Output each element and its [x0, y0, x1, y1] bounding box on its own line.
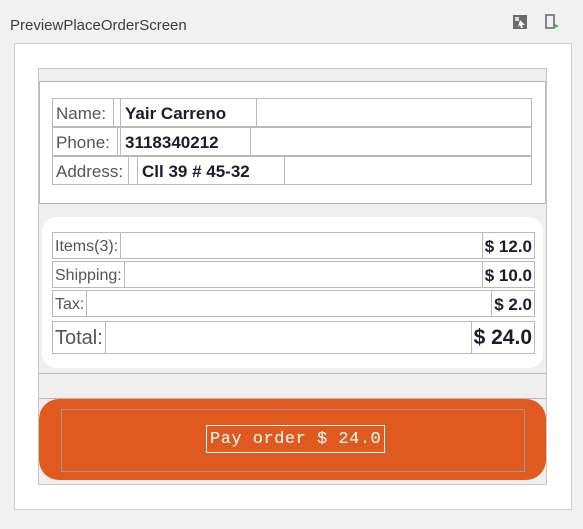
- customer-phone: 3118340212: [120, 127, 251, 156]
- items-label: Items(3):: [52, 232, 122, 259]
- customer-name: Yair Carreno: [120, 98, 257, 127]
- spacer-outline: [39, 373, 546, 399]
- phone-row: Phone: 3118340212: [52, 127, 532, 156]
- order-screen: Name: Yair Carreno Phone: 3118340212 Add…: [38, 68, 547, 485]
- tax-label: Tax:: [52, 290, 88, 317]
- customer-info-card: Name: Yair Carreno Phone: 3118340212 Add…: [39, 81, 546, 204]
- shipping-label: Shipping:: [52, 261, 125, 288]
- shipping-value: $ 10.0: [481, 261, 535, 288]
- pay-order-button[interactable]: Pay order $ 24.0: [39, 399, 546, 480]
- preview-title: PreviewPlaceOrderScreen: [10, 17, 187, 34]
- name-label: Name:: [52, 98, 114, 127]
- address-row: Address: Cll 39 # 45-32: [52, 156, 532, 185]
- name-row: Name: Yair Carreno: [52, 98, 532, 127]
- deploy-preview-icon[interactable]: [544, 14, 560, 30]
- customer-address: Cll 39 # 45-32: [137, 156, 285, 185]
- phone-label: Phone:: [52, 127, 118, 156]
- interactive-mode-icon[interactable]: [512, 14, 528, 30]
- total-value: $ 24.0: [470, 321, 535, 354]
- total-label: Total:: [52, 321, 106, 354]
- address-label: Address:: [52, 156, 129, 185]
- tax-value: $ 2.0: [491, 290, 535, 317]
- order-summary-card: Items(3): $ 12.0 Shipping: $ 10.0 Tax: $…: [42, 217, 543, 368]
- items-value: $ 12.0: [481, 232, 535, 259]
- pay-order-label: Pay order $ 24.0: [206, 425, 386, 453]
